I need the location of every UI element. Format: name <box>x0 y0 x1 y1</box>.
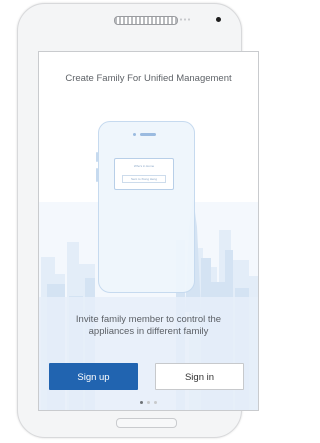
description-line: appliances in different family <box>88 326 209 337</box>
illustration-camera-icon <box>133 133 136 136</box>
home-button[interactable] <box>116 418 177 428</box>
illustration-side-button <box>96 152 98 162</box>
page-dot <box>154 401 157 404</box>
sign-in-button[interactable]: Sign in <box>155 363 244 390</box>
illustration-speaker-icon <box>140 133 156 136</box>
illustration-invite-dialog: Who's in Home Sent to Xiong Heng <box>114 158 174 190</box>
illustration-dialog-title: Who's in Home <box>133 164 155 168</box>
description-line: Invite family member to control the <box>75 314 222 325</box>
speaker-grille <box>114 16 178 25</box>
sign-up-button[interactable]: Sign up <box>49 363 138 390</box>
page-dot <box>140 401 143 404</box>
page-dot <box>147 401 150 404</box>
illustration-dialog-field: Sent to Xiong Heng <box>122 175 166 183</box>
phone-frame: Create Family For Unified Management Who… <box>17 3 259 438</box>
illustration-side-button <box>96 168 98 182</box>
front-camera-icon <box>216 17 221 22</box>
description-text: Invite family member to control the appl… <box>39 314 258 338</box>
illustration-phone: Who's in Home Sent to Xiong Heng <box>96 121 195 293</box>
page-indicator <box>39 401 258 405</box>
app-screen: Create Family For Unified Management Who… <box>38 51 259 411</box>
sensor-dots <box>179 18 191 21</box>
